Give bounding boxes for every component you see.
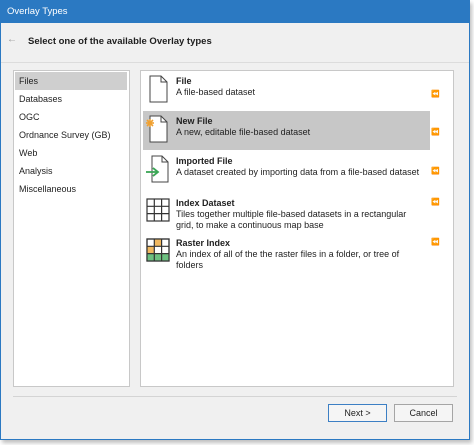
category-list: Files Databases OGC Ordnance Survey (GB)… xyxy=(13,70,130,387)
overlay-item-new-file[interactable]: New File A new, editable file-based data… xyxy=(143,111,430,150)
file-icon xyxy=(146,75,170,103)
grid-icon xyxy=(146,198,170,226)
new-file-icon xyxy=(146,115,170,143)
footer-divider xyxy=(13,396,457,397)
pin-icon[interactable]: ⏪ xyxy=(431,91,440,99)
category-ordnance-survey[interactable]: Ordnance Survey (GB) xyxy=(15,126,127,144)
category-analysis[interactable]: Analysis xyxy=(15,162,127,180)
overlay-description: An index of all of the the raster files … xyxy=(176,249,400,270)
back-arrow-icon[interactable]: ← xyxy=(7,35,17,45)
next-button[interactable]: Next > xyxy=(328,404,387,422)
pin-icon[interactable]: ⏪ xyxy=(431,239,440,247)
overlay-description: Tiles together multiple file-based datas… xyxy=(176,209,407,230)
overlay-item-raster-index[interactable]: Raster Index An index of all of the the … xyxy=(143,235,430,273)
window-title: Overlay Types xyxy=(1,1,469,23)
instruction-text: Select one of the available Overlay type… xyxy=(28,36,212,47)
raster-grid-icon xyxy=(146,238,170,266)
header-divider xyxy=(1,62,469,63)
category-files[interactable]: Files xyxy=(15,72,127,90)
pin-icon[interactable]: ⏪ xyxy=(431,129,440,137)
overlay-item-imported-file[interactable]: Imported File A dataset created by impor… xyxy=(143,153,430,191)
overlay-description: A new, editable file-based dataset xyxy=(176,127,311,137)
overlay-title: Raster Index xyxy=(176,238,231,248)
overlay-description: A dataset created by importing data from… xyxy=(176,167,420,177)
overlay-title: Index Dataset xyxy=(176,198,235,208)
overlay-title: Imported File xyxy=(176,156,233,166)
category-miscellaneous[interactable]: Miscellaneous xyxy=(15,180,127,198)
imported-file-icon xyxy=(146,155,170,183)
overlay-item-file[interactable]: File A file-based dataset xyxy=(143,73,430,109)
cancel-button[interactable]: Cancel xyxy=(394,404,453,422)
dialog-header: ← Select one of the available Overlay ty… xyxy=(1,23,469,63)
category-web[interactable]: Web xyxy=(15,144,127,162)
overlay-title: File xyxy=(176,76,192,86)
pin-icon[interactable]: ⏪ xyxy=(431,168,440,176)
category-ogc[interactable]: OGC xyxy=(15,108,127,126)
overlay-item-index-dataset[interactable]: Index Dataset Tiles together multiple fi… xyxy=(143,195,430,233)
overlay-types-dialog: Overlay Types ← Select one of the availa… xyxy=(0,0,470,440)
overlay-type-list: File A file-based dataset ⏪ New File A n… xyxy=(140,70,454,387)
overlay-description: A file-based dataset xyxy=(176,87,256,97)
category-databases[interactable]: Databases xyxy=(15,90,127,108)
pin-icon[interactable]: ⏪ xyxy=(431,199,440,207)
overlay-title: New File xyxy=(176,116,213,126)
